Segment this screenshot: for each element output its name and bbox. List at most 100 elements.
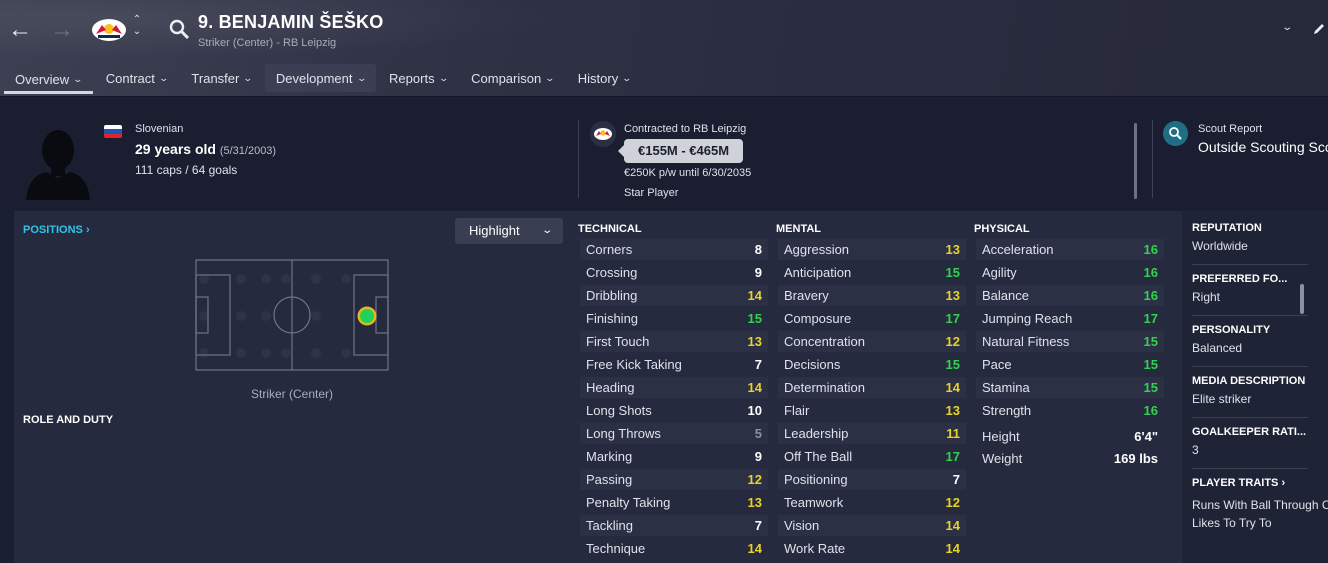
scout-report-value[interactable]: Outside Scouting Scope xyxy=(1198,139,1328,155)
attribute-row[interactable]: Jumping Reach 17 xyxy=(976,308,1164,329)
attribute-row[interactable]: Off The Ball 17 xyxy=(778,446,966,467)
attribute-row[interactable]: Passing 12 xyxy=(580,469,768,490)
attribute-name: Crossing xyxy=(586,265,638,280)
club-crest-icon[interactable] xyxy=(90,16,128,44)
attribute-row[interactable]: Technique 14 xyxy=(580,538,768,559)
attribute-row[interactable]: Pace 15 xyxy=(976,354,1164,375)
slovenia-flag-icon xyxy=(104,125,122,138)
attribute-value: 15 xyxy=(1143,380,1158,395)
attribute-row[interactable]: Free Kick Taking 7 xyxy=(580,354,768,375)
age: 29 years old (5/31/2003) xyxy=(135,141,276,157)
scrollbar[interactable] xyxy=(1134,123,1137,199)
attribute-row[interactable]: Anticipation 15 xyxy=(778,262,966,283)
attribute-row[interactable]: Aggression 13 xyxy=(778,239,966,260)
attribute-row[interactable]: Tackling 7 xyxy=(580,515,768,536)
goalkeeper-rating-section: GOALKEEPER RATI... 3 xyxy=(1192,426,1318,457)
tab-reports[interactable]: Reports ⌄ xyxy=(378,64,458,92)
attribute-row[interactable]: Decisions 15 xyxy=(778,354,966,375)
technical-heading: TECHNICAL xyxy=(578,223,642,235)
attribute-row[interactable]: Bravery 13 xyxy=(778,285,966,306)
attribute-row[interactable]: Finishing 15 xyxy=(580,308,768,329)
role-duty-heading: ROLE AND DUTY xyxy=(23,414,114,426)
attribute-value: 12 xyxy=(747,472,762,487)
search-icon[interactable] xyxy=(168,18,190,40)
media-description-value: Elite striker xyxy=(1192,392,1252,406)
attribute-name: Concentration xyxy=(784,334,865,349)
attribute-row[interactable]: Concentration 12 xyxy=(778,331,966,352)
attribute-name: Agility xyxy=(982,265,1017,280)
attribute-value: 14 xyxy=(747,541,762,556)
tab-comparison[interactable]: Comparison ⌄ xyxy=(460,64,565,92)
attribute-row[interactable]: Long Throws 5 xyxy=(580,423,768,444)
attribute-row[interactable]: Agility 16 xyxy=(976,262,1164,283)
attribute-row[interactable]: Balance 16 xyxy=(976,285,1164,306)
club-switch-icon[interactable]: ⌃ ⌄ xyxy=(131,14,143,38)
overview-panel: POSITIONS › Highlight ⌄ Striker (Center)… xyxy=(14,211,1328,563)
forward-arrow-icon[interactable]: → xyxy=(50,16,74,44)
attribute-value: 14 xyxy=(945,518,960,533)
attribute-name: Off The Ball xyxy=(784,449,853,464)
reputation-section[interactable]: REPUTATION Worldwide xyxy=(1192,222,1318,253)
attribute-value: 13 xyxy=(945,288,960,303)
scrollbar[interactable] xyxy=(1300,284,1304,314)
attribute-name: Stamina xyxy=(982,380,1030,395)
attribute-value: 17 xyxy=(945,311,960,326)
attribute-row[interactable]: Leadership 11 xyxy=(778,423,966,444)
attribute-name: Long Shots xyxy=(586,403,652,418)
edit-icon[interactable] xyxy=(1312,22,1326,36)
attribute-row[interactable]: Stamina 15 xyxy=(976,377,1164,398)
attribute-value: 16 xyxy=(1143,403,1158,418)
attribute-row[interactable]: Strength 16 xyxy=(976,400,1164,421)
divider xyxy=(1192,366,1308,367)
attribute-row[interactable]: Flair 13 xyxy=(778,400,966,421)
attribute-row[interactable]: Crossing 9 xyxy=(580,262,768,283)
tab-history[interactable]: History ⌄ xyxy=(567,64,642,92)
attribute-value: 9 xyxy=(754,449,762,464)
tab-label: Transfer xyxy=(191,70,240,86)
nationality: Slovenian xyxy=(135,123,184,135)
attribute-row[interactable]: Vision 14 xyxy=(778,515,966,536)
attribute-row[interactable]: Dribbling 14 xyxy=(580,285,768,306)
attribute-name: Dribbling xyxy=(586,288,638,303)
scout-report-label: Scout Report xyxy=(1198,123,1263,135)
chevron-down-icon[interactable]: ⌄ xyxy=(1281,22,1293,33)
attribute-value: 5 xyxy=(754,426,762,441)
attribute-row[interactable]: Long Shots 10 xyxy=(580,400,768,421)
attribute-name: Strength xyxy=(982,403,1032,418)
tab-contract[interactable]: Contract ⌄ xyxy=(95,64,179,92)
attribute-row[interactable]: Natural Fitness 15 xyxy=(976,331,1164,352)
attribute-value: 15 xyxy=(945,357,960,372)
attribute-name: Jumping Reach xyxy=(982,311,1073,326)
player-traits-link[interactable]: PLAYER TRAITS › xyxy=(1192,477,1318,489)
attribute-row[interactable]: Corners 8 xyxy=(580,239,768,260)
attribute-value: 16 xyxy=(1143,242,1158,257)
attribute-row[interactable]: First Touch 13 xyxy=(580,331,768,352)
attribute-row[interactable]: Determination 14 xyxy=(778,377,966,398)
attribute-row[interactable]: Teamwork 12 xyxy=(778,492,966,513)
stat-value: 6'4" xyxy=(1134,429,1158,444)
attribute-row[interactable]: Composure 17 xyxy=(778,308,966,329)
highlight-dropdown[interactable]: Highlight ⌄ xyxy=(455,218,563,244)
back-arrow-icon[interactable]: ← xyxy=(8,16,32,44)
chevron-down-icon: ⌄ xyxy=(544,72,556,83)
attribute-row[interactable]: Heading 14 xyxy=(580,377,768,398)
attribute-row[interactable]: Positioning 7 xyxy=(778,469,966,490)
tab-label: Contract xyxy=(105,70,155,86)
physical-heading: PHYSICAL xyxy=(974,223,1030,235)
scout-search-icon[interactable] xyxy=(1163,121,1188,146)
info-sidebar: REPUTATION Worldwide PREFERRED FO... Rig… xyxy=(1182,211,1328,563)
attribute-name: Teamwork xyxy=(784,495,844,510)
attribute-row[interactable]: Acceleration 16 xyxy=(976,239,1164,260)
tab-transfer[interactable]: Transfer ⌄ xyxy=(180,64,262,92)
attribute-name: Composure xyxy=(784,311,852,326)
attribute-row[interactable]: Penalty Taking 13 xyxy=(580,492,768,513)
positions-link[interactable]: POSITIONS › xyxy=(23,224,90,236)
attribute-row[interactable]: Marking 9 xyxy=(580,446,768,467)
stat-name: Weight xyxy=(982,451,1023,466)
attribute-row[interactable]: Work Rate 14 xyxy=(778,538,966,559)
tab-development[interactable]: Development ⌄ xyxy=(264,64,377,92)
chevron-down-icon: ⌄ xyxy=(242,72,254,83)
tab-overview[interactable]: Overview ⌄ xyxy=(4,64,93,94)
attribute-value: 10 xyxy=(747,403,762,418)
attribute-value: 17 xyxy=(1143,311,1158,326)
